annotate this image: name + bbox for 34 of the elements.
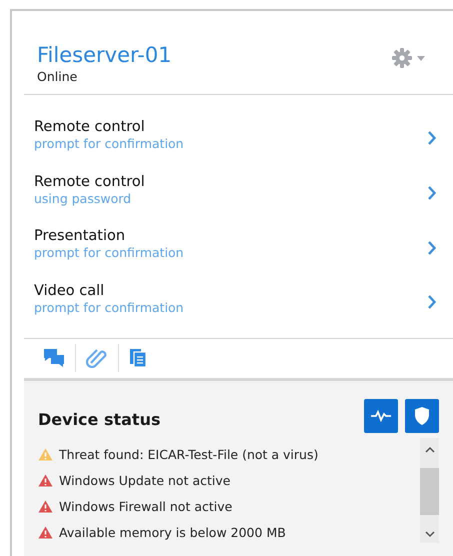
chevron-right-icon <box>427 295 436 310</box>
scroll-down-icon[interactable] <box>424 530 434 538</box>
action-item[interactable]: Remote control using password <box>24 166 453 220</box>
action-item[interactable]: Presentation prompt for confirmation <box>24 220 453 276</box>
action-subtitle: prompt for confirmation <box>34 246 184 260</box>
action-subtitle: using password <box>34 192 132 206</box>
action-subtitle: prompt for confirmation <box>34 300 184 315</box>
chat-icon[interactable] <box>43 348 65 368</box>
action-item[interactable]: Remote control prompt for confirmation <box>24 111 453 166</box>
action-title: Presentation <box>34 227 126 246</box>
alert-text: Windows Update not active <box>59 473 230 488</box>
alert-text: Windows Firewall not active <box>59 499 232 514</box>
action-title: Remote control <box>34 118 146 137</box>
pulse-icon <box>370 410 392 422</box>
alert-text: Available memory is below 2000 MB <box>59 525 286 540</box>
chevron-right-icon <box>427 186 436 200</box>
paperclip-icon[interactable] <box>86 348 108 368</box>
documents-icon[interactable] <box>129 348 147 368</box>
shield-button[interactable] <box>405 398 439 433</box>
settings-icon[interactable] <box>392 47 426 69</box>
action-title: Remote control <box>34 172 145 192</box>
scroll-up-icon[interactable] <box>424 446 434 453</box>
action-title: Video call <box>34 282 106 301</box>
activity-button[interactable] <box>364 398 398 433</box>
action-item[interactable]: Video call prompt for confirmation <box>24 275 453 330</box>
chevron-right-icon <box>427 240 436 255</box>
shield-icon <box>414 406 430 426</box>
device-name: Fileserver-01 <box>37 42 172 69</box>
action-subtitle: prompt for confirmation <box>34 136 184 151</box>
section-title: Device status <box>38 410 160 430</box>
device-status-text: Online <box>37 69 78 85</box>
scrollbar[interactable] <box>420 438 439 543</box>
alert-text: Threat found: EICAR-Test-File (not a virus) <box>59 447 318 462</box>
chevron-right-icon <box>427 131 436 146</box>
